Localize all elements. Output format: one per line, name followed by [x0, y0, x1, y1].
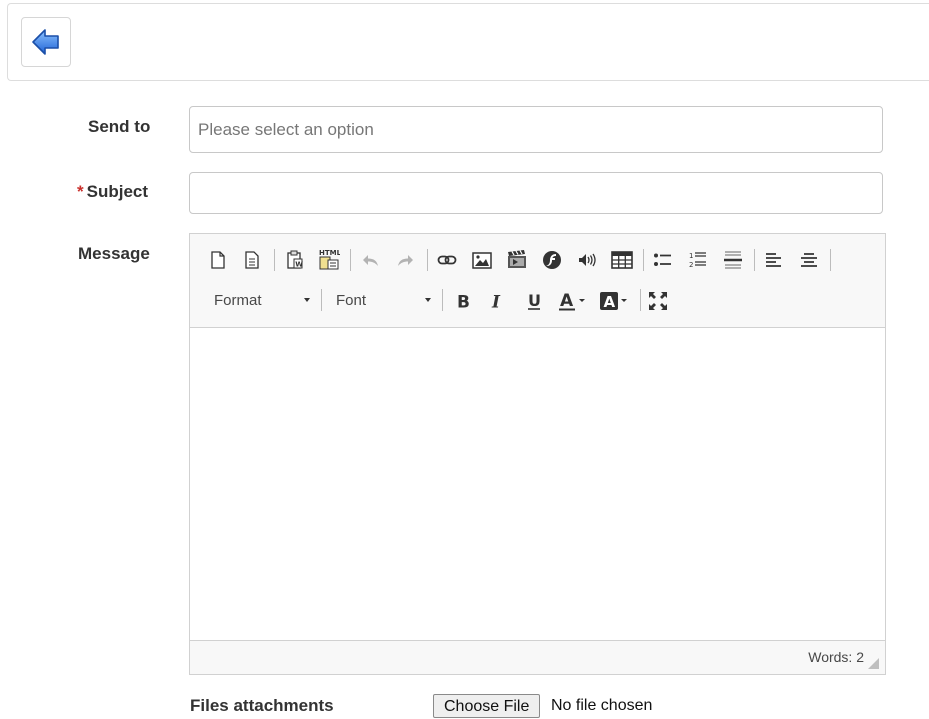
chevron-down-icon: [304, 298, 310, 302]
svg-text:W: W: [295, 261, 303, 269]
send-to-select[interactable]: Please select an option: [189, 106, 883, 153]
svg-text:A: A: [560, 291, 574, 311]
redo-icon: [395, 252, 415, 268]
message-editor: W HTML 1 2 Format Font B I U A A Words: …: [189, 233, 886, 675]
table-icon: [611, 251, 633, 269]
horizontal-rule-button[interactable]: [720, 247, 746, 273]
chevron-down-icon: [425, 298, 431, 302]
svg-text:1: 1: [689, 252, 693, 260]
align-left-button[interactable]: [761, 247, 787, 273]
undo-button[interactable]: [358, 247, 384, 273]
send-to-placeholder: Please select an option: [198, 119, 374, 139]
back-arrow-icon: [31, 27, 61, 57]
align-left-icon: [765, 252, 783, 268]
svg-text:HTML: HTML: [319, 249, 340, 257]
editor-status-bar: Words: 2: [190, 640, 885, 674]
image-icon: [472, 251, 492, 269]
undo-icon: [361, 252, 381, 268]
new-page-icon: [210, 251, 226, 269]
editor-toolbar: W HTML 1 2 Format Font B I U A A: [190, 234, 885, 328]
preview-icon: [244, 251, 260, 269]
subject-label: Subject: [86, 182, 149, 201]
svg-text:I: I: [491, 293, 501, 311]
font-dropdown-label: Font: [336, 291, 367, 309]
bulleted-list-icon: [653, 252, 673, 268]
top-bar: [7, 3, 929, 81]
image-button[interactable]: [469, 247, 495, 273]
text-color-button[interactable]: A: [556, 288, 590, 314]
bold-button[interactable]: B: [450, 288, 476, 314]
paste-from-word-icon: W: [286, 250, 304, 270]
toolbar-separator: [350, 249, 351, 271]
horizontal-rule-icon: [723, 250, 743, 270]
toolbar-separator: [274, 249, 275, 271]
toolbar-separator: [427, 249, 428, 271]
link-icon: [437, 254, 457, 266]
table-button[interactable]: [609, 247, 635, 273]
video-icon: [506, 249, 528, 269]
format-dropdown[interactable]: Format: [214, 287, 310, 313]
file-status-text: No file chosen: [551, 697, 653, 714]
svg-text:U: U: [528, 291, 541, 310]
text-color-icon: A: [557, 290, 589, 312]
preview-button[interactable]: [239, 247, 265, 273]
subject-input[interactable]: [189, 172, 883, 214]
audio-icon: [577, 252, 597, 268]
toolbar-separator: [830, 249, 831, 271]
bold-icon: B: [455, 292, 471, 311]
align-center-button[interactable]: [796, 247, 822, 273]
subject-label-wrap: * Subject: [77, 182, 148, 202]
audio-button[interactable]: [574, 247, 600, 273]
align-center-icon: [800, 252, 818, 268]
font-dropdown[interactable]: Font: [336, 287, 431, 313]
flash-button[interactable]: [539, 247, 565, 273]
new-page-button[interactable]: [205, 247, 231, 273]
numbered-list-icon: 12: [688, 251, 708, 269]
send-to-label: Send to: [88, 117, 151, 136]
video-button[interactable]: [504, 246, 530, 272]
underline-icon: U: [526, 291, 542, 311]
toolbar-separator: [442, 289, 443, 311]
maximize-icon: [648, 291, 668, 311]
toolbar-separator: [754, 249, 755, 271]
link-button[interactable]: [434, 247, 460, 273]
svg-text:B: B: [457, 293, 470, 311]
toolbar-separator: [321, 289, 322, 311]
svg-text:A: A: [604, 293, 616, 311]
italic-icon: I: [489, 292, 505, 311]
required-mark: *: [77, 182, 84, 201]
svg-text:2: 2: [689, 261, 693, 269]
choose-file-button[interactable]: Choose File: [433, 694, 541, 718]
italic-button[interactable]: I: [484, 288, 510, 314]
flash-icon: [542, 250, 562, 270]
editor-content-area[interactable]: [190, 328, 885, 640]
files-attachments-label: Files attachments: [190, 696, 334, 715]
redo-button[interactable]: [392, 247, 418, 273]
paste-html-icon: HTML: [318, 248, 340, 270]
paste-html-button[interactable]: HTML: [316, 246, 342, 272]
toolbar-separator: [640, 289, 641, 311]
bulleted-list-button[interactable]: [650, 247, 676, 273]
background-color-button[interactable]: A: [598, 288, 632, 314]
background-color-icon: A: [599, 290, 631, 312]
underline-button[interactable]: U: [521, 288, 547, 314]
numbered-list-button[interactable]: 12: [685, 247, 711, 273]
resize-handle-icon[interactable]: [868, 658, 879, 669]
message-label: Message: [78, 244, 150, 263]
back-button[interactable]: [21, 17, 71, 67]
maximize-button[interactable]: [645, 288, 671, 314]
word-count: Words: 2: [808, 649, 864, 665]
paste-from-word-button[interactable]: W: [282, 247, 308, 273]
format-dropdown-label: Format: [214, 291, 262, 309]
toolbar-separator: [643, 249, 644, 271]
